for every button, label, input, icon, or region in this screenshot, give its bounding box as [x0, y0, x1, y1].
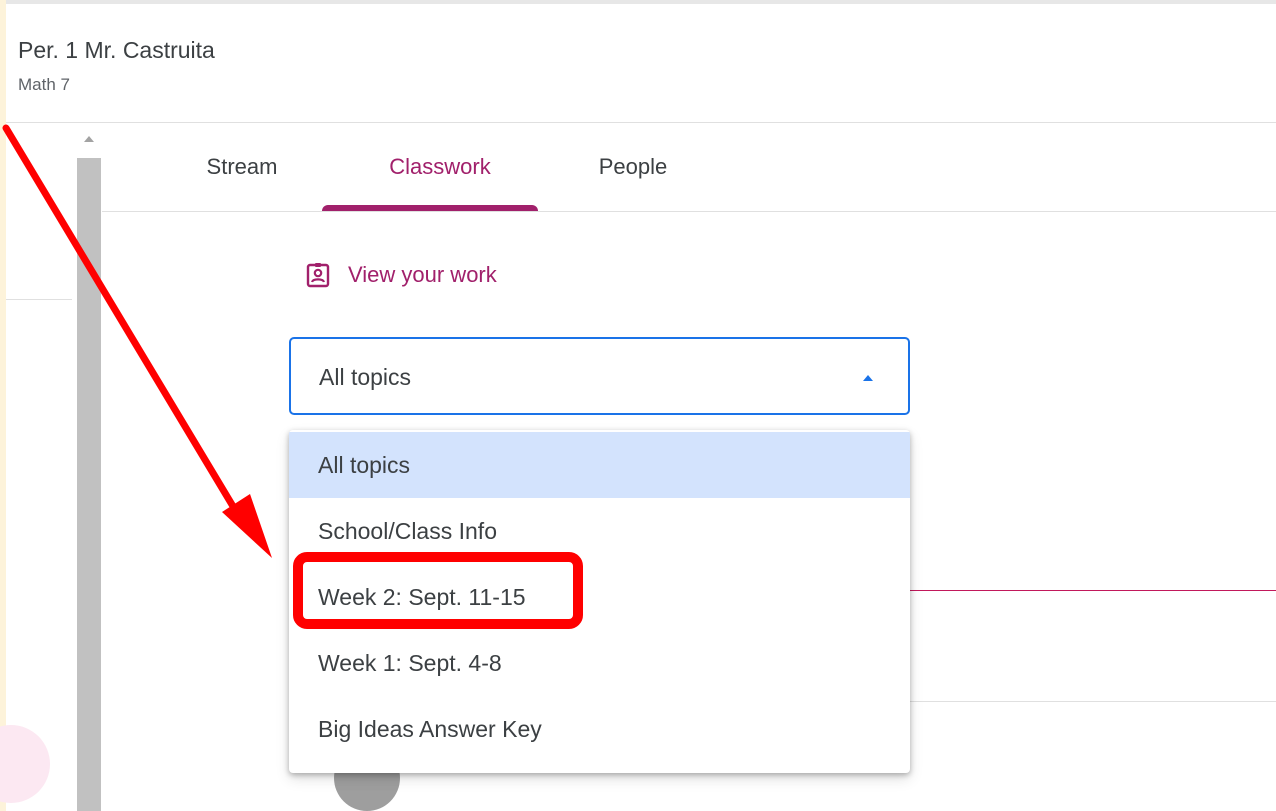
annotation-arrow-icon [2, 124, 272, 558]
